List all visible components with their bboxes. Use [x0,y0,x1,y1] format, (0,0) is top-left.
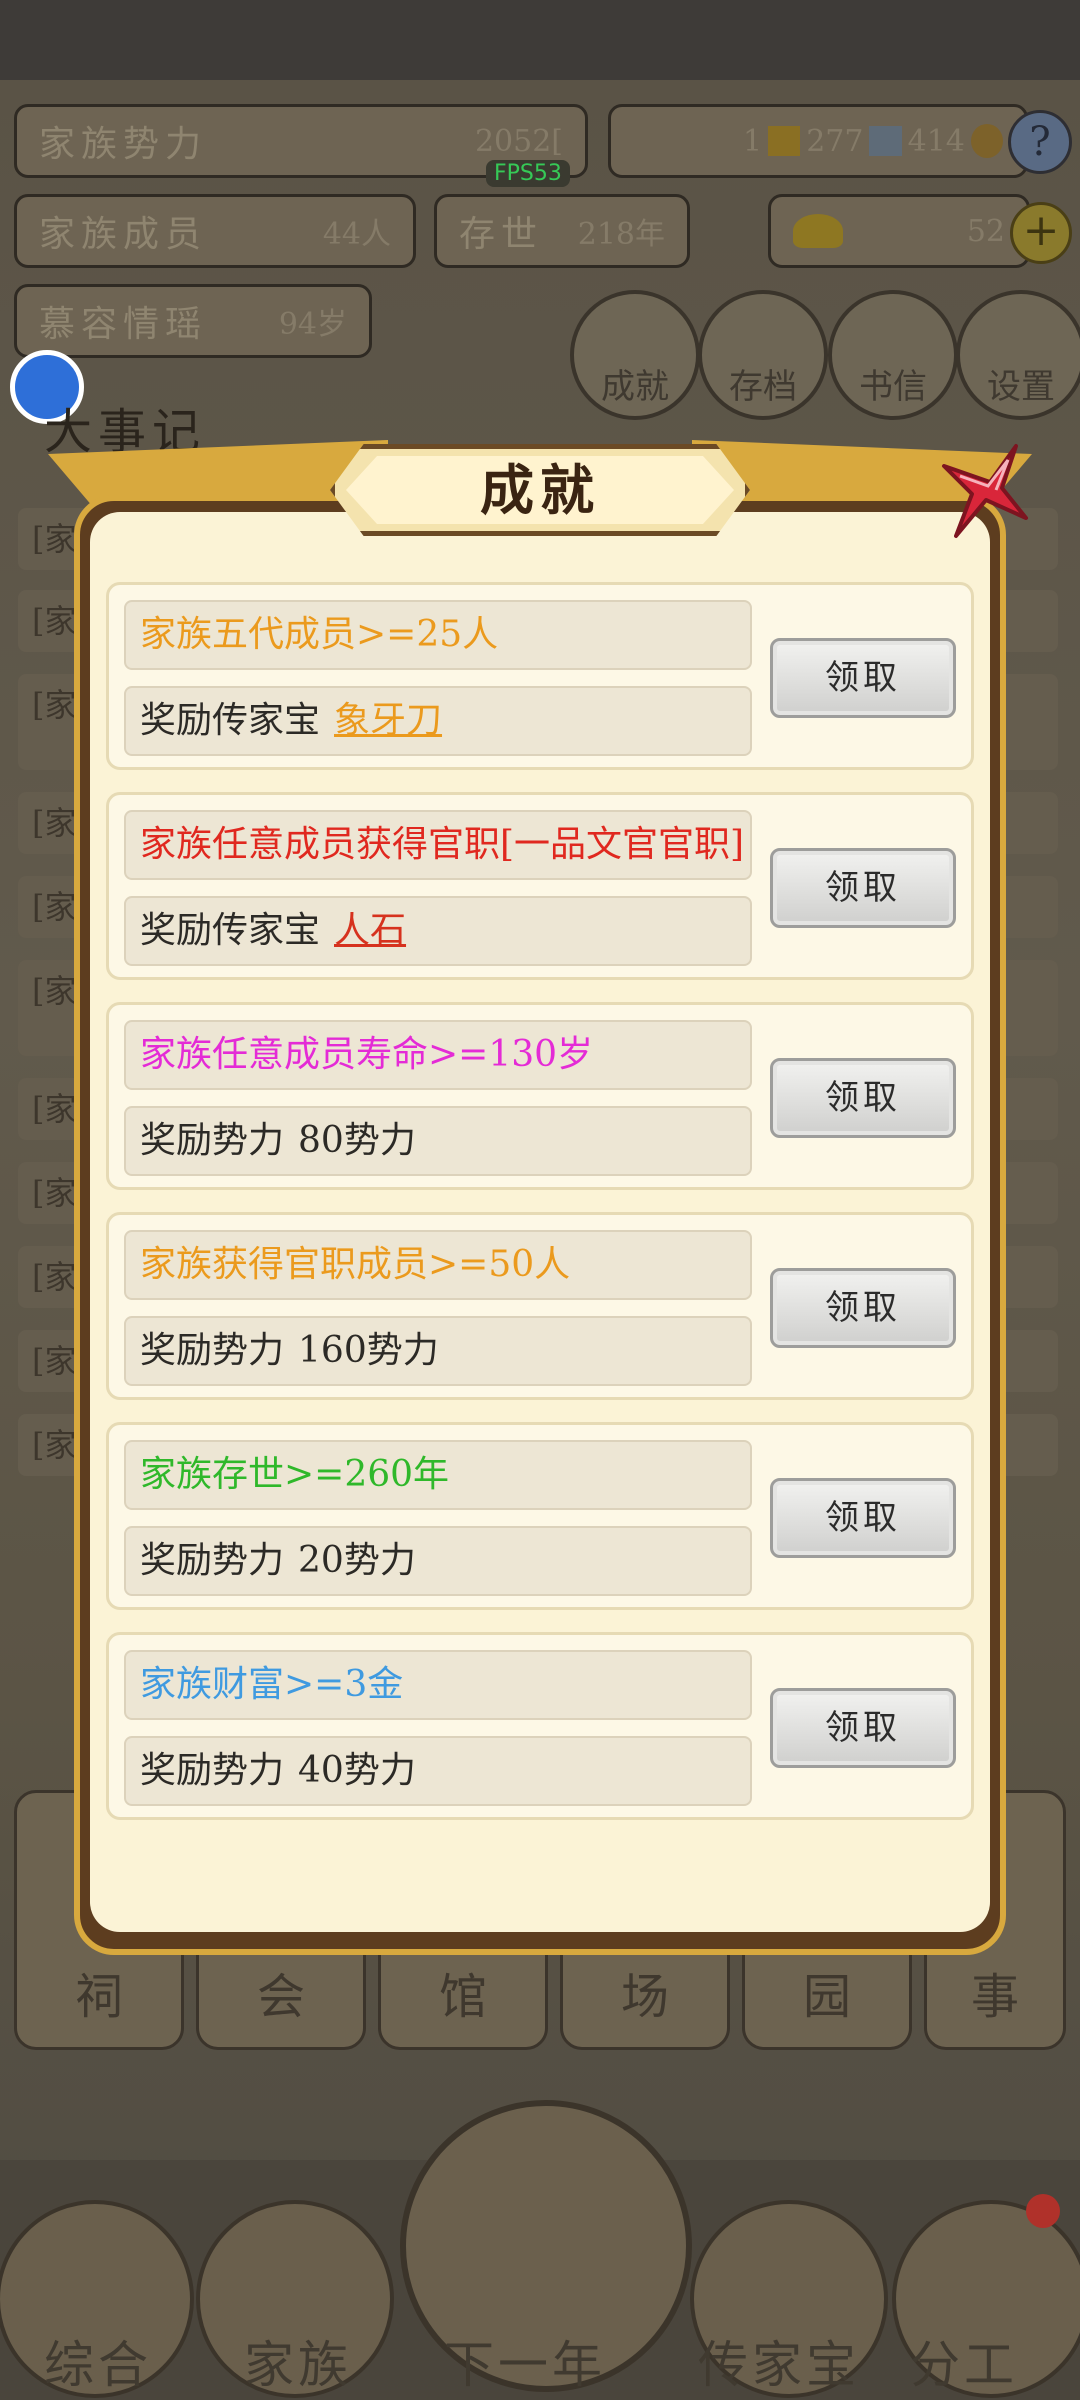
reward-item: 160势力 [298,1330,439,1371]
status-bar [0,0,1080,80]
currency-pill: 1 277 414 [608,104,1028,178]
reward-item: 40势力 [298,1750,416,1791]
reward-item: 20势力 [298,1540,416,1581]
dialog-title: 成就 [480,458,600,522]
family-members-value: 44人 [322,217,391,252]
achievement-condition: 家族财富>=3金 [124,1650,752,1720]
fps-counter: FPS53 [486,160,570,187]
achievement-reward: 奖励势力 20势力 [124,1526,752,1596]
settings-button[interactable]: 设置 [956,290,1080,420]
reward-prefix: 奖励势力 [140,1330,285,1371]
reward-prefix: 奖励势力 [140,1120,285,1161]
reward-item-link[interactable]: 象牙刀 [334,700,442,741]
exist-years-pill: 存世 218年 [434,194,690,268]
achievement-condition: 家族五代成员>=25人 [124,600,752,670]
achievement-condition: 家族存世>=260年 [124,1440,752,1510]
achievement-reward: 奖励势力 80势力 [124,1106,752,1176]
nav-label-family[interactable]: 家族 [244,2325,352,2397]
ingot-pill: 52 [768,194,1030,268]
nav-label-heirloom[interactable]: 传家宝 [698,2325,860,2397]
reward-prefix: 奖励势力 [140,1540,285,1581]
claim-button[interactable]: 领取 [770,1268,956,1348]
close-button[interactable] [930,436,1030,546]
silver-count: 277 [806,123,864,159]
achievement-reward: 奖励传家宝 人石 [124,896,752,966]
help-button[interactable]: ? [1008,110,1072,174]
achievement-reward: 奖励势力 40势力 [124,1736,752,1806]
ingot-count: 52 [966,213,1005,249]
family-members-label: 家族成员 [39,214,208,255]
achievement-reward: 奖励传家宝 象牙刀 [124,686,752,756]
leader-age: 94岁 [278,307,347,342]
gold-count: 1 [743,123,763,159]
silver-bar-icon [869,126,902,156]
notification-dot [1026,2194,1060,2228]
letters-button[interactable]: 书信 [828,290,958,420]
family-power-value: 2052[ [474,123,563,159]
exist-years-label: 存世 [459,214,544,255]
nav-label-division[interactable]: 分工 [910,2325,1018,2397]
claim-button[interactable]: 领取 [770,848,956,928]
add-ingot-button[interactable]: + [1010,202,1072,264]
save-button[interactable]: 存档 [698,290,828,420]
leader-name: 慕容情瑶 [39,304,208,345]
achievements-button[interactable]: 成就 [570,290,700,420]
nav-label-next-year[interactable]: 下一年 [444,2325,606,2397]
close-icon[interactable] [930,436,1030,546]
gem-count: 414 [907,123,965,159]
achievement-condition: 家族任意成员寿命>=130岁 [124,1020,752,1090]
reward-item: 80势力 [298,1120,416,1161]
achievement-condition: 家族获得官职成员>=50人 [124,1230,752,1300]
achievement-reward: 奖励势力 160势力 [124,1316,752,1386]
claim-button[interactable]: 领取 [770,1478,956,1558]
reward-prefix: 奖励势力 [140,1750,285,1791]
family-power-label: 家族势力 [39,124,208,165]
reward-prefix: 奖励传家宝 [140,910,321,951]
claim-button[interactable]: 领取 [770,1688,956,1768]
reward-item-link[interactable]: 人石 [334,910,406,951]
achievement-condition: 家族任意成员获得官职[一品文官官职] [124,810,752,880]
exist-years-value: 218年 [577,217,665,252]
leader-age-pill: 慕容情瑶 94岁 [14,284,372,358]
claim-button[interactable]: 领取 [770,1058,956,1138]
coin-icon [970,124,1003,158]
gold-ingot-icon [793,214,843,248]
family-members-pill: 家族成员 44人 [14,194,416,268]
gold-bar-icon [768,126,801,156]
reward-prefix: 奖励传家宝 [140,700,321,741]
nav-label-general[interactable]: 综合 [44,2325,152,2397]
claim-button[interactable]: 领取 [770,638,956,718]
